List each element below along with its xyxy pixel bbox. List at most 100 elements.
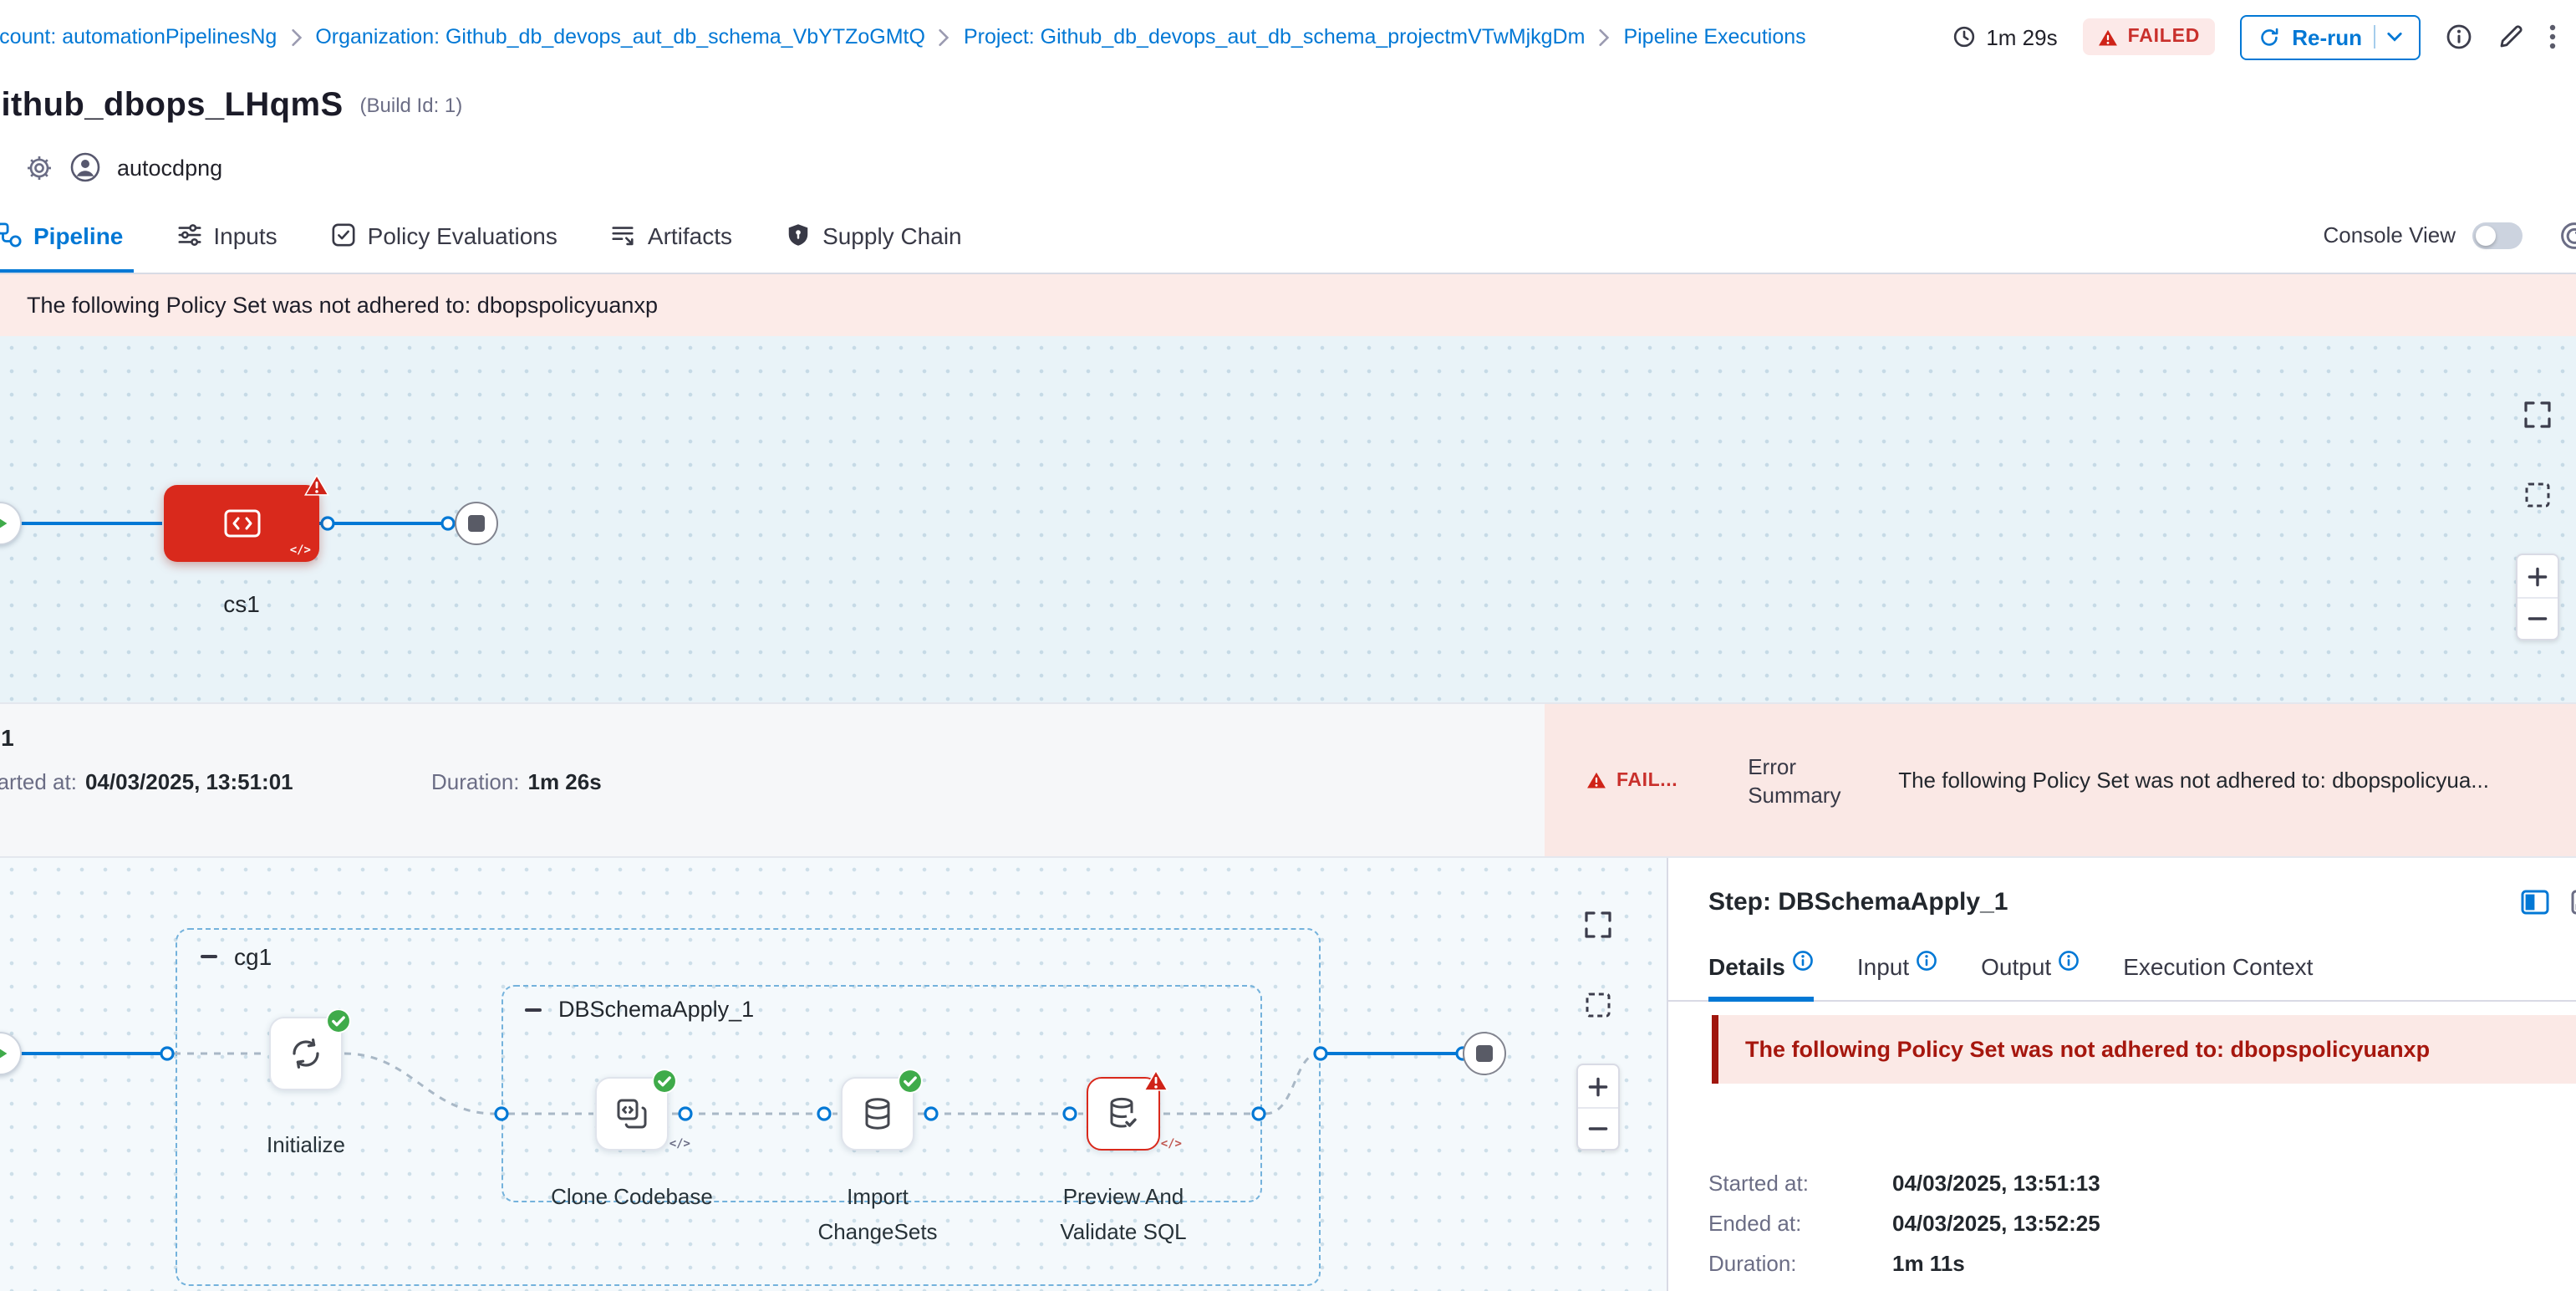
fullscreen-icon[interactable] [1583, 910, 1613, 940]
error-message-text: The following Policy Set was not adhered… [1745, 1037, 2430, 1062]
zoom-in-button[interactable] [2517, 555, 2558, 597]
layout-split-bottom-icon[interactable] [2571, 890, 2576, 915]
console-view-toggle[interactable] [2472, 222, 2523, 248]
artifacts-icon [611, 222, 636, 247]
pipeline-execution-page: Account: automationPipelinesNg Organizat… [0, 0, 2576, 1291]
chevron-right-icon [1598, 28, 1610, 46]
tab-output[interactable]: Output [1981, 953, 2080, 980]
kebab-menu-icon[interactable] [2549, 23, 2556, 50]
detail-label: Ended at: [1708, 1211, 1892, 1236]
stage-graph-edges [0, 336, 2576, 702]
meta-bar: autocdpng [0, 137, 2576, 197]
duration-value: 1m 26s [528, 769, 602, 794]
breadcrumb-organization[interactable]: Organization: Github_db_devops_aut_db_sc… [315, 25, 925, 48]
chevron-down-icon [2387, 32, 2402, 42]
stage-node-cs1[interactable]: </> [164, 485, 319, 562]
graph-end-node[interactable] [1463, 1032, 1506, 1075]
duration-label: Duration: [431, 769, 520, 794]
stage-name: cs1 [0, 724, 14, 751]
info-icon[interactable] [2446, 23, 2472, 50]
elapsed-time: 1m 29s [1952, 24, 2057, 49]
panel-layout-controls [2521, 890, 2576, 915]
breadcrumb-pipeline-executions[interactable]: Pipeline Executions [1623, 25, 1805, 48]
started-at-label: Started at: [0, 769, 77, 794]
tab-input[interactable]: Input [1857, 953, 1937, 980]
tab-execution-context[interactable]: Execution Context [2123, 953, 2313, 980]
tab-label: Artifacts [648, 222, 732, 248]
step-clone-codebase[interactable]: </> [595, 1077, 669, 1151]
pipeline-end-node[interactable] [455, 502, 498, 545]
error-summary-label: Error Summary [1748, 752, 1858, 809]
database-check-icon [1105, 1095, 1142, 1132]
started-at-value: 04/03/2025, 13:51:01 [85, 769, 293, 794]
breadcrumb: Account: automationPipelinesNg Organizat… [0, 25, 1806, 48]
status-badge: FAILED [2083, 18, 2216, 55]
step-preview-and-validate-sql[interactable]: </> [1087, 1077, 1160, 1151]
page-title: Github_dbops_LHqmS [0, 86, 344, 125]
success-badge-icon [652, 1069, 677, 1094]
clone-icon [613, 1095, 650, 1132]
edit-icon[interactable] [2497, 23, 2524, 50]
tab-label: Inputs [213, 222, 277, 248]
info-icon[interactable] [1792, 950, 1814, 972]
stop-icon [468, 515, 485, 532]
ptab-label: Details [1708, 953, 1785, 980]
tab-pipeline[interactable]: Pipeline [0, 197, 123, 273]
breadcrumb-project[interactable]: Project: Github_db_devops_aut_db_schema_… [964, 25, 1585, 48]
execution-graph-canvas[interactable]: cg1 DBSchemaApply_1 [0, 858, 1667, 1291]
chevron-right-icon [939, 28, 950, 46]
info-icon[interactable] [2058, 950, 2080, 972]
detail-label: Duration: [1708, 1251, 1892, 1276]
warning-icon [1586, 771, 1606, 789]
policy-banner-text: The following Policy Set was not adhered… [27, 293, 658, 318]
code-glyph: </> [669, 1137, 690, 1151]
info-icon[interactable] [1916, 950, 1937, 972]
detail-value: 04/03/2025, 13:52:25 [1892, 1211, 2100, 1236]
tab-label: Policy Evaluations [368, 222, 557, 248]
ptab-label: Input [1857, 953, 1909, 980]
stage-started-at: Started at: 04/03/2025, 13:51:01 [0, 769, 293, 794]
step-panel-header: Step: DBSchemaApply_1 [1708, 888, 2576, 916]
tab-artifacts[interactable]: Artifacts [611, 197, 732, 273]
sync-icon [288, 1035, 324, 1072]
gear-icon[interactable] [25, 153, 53, 181]
triggered-by-user: autocdpng [117, 155, 222, 180]
breadcrumb-account[interactable]: Account: automationPipelinesNg [0, 25, 277, 48]
zoom-out-button[interactable] [2517, 597, 2558, 639]
tab-label: Supply Chain [822, 222, 962, 248]
selection-box-icon[interactable] [2524, 482, 2551, 508]
error-message-box: The following Policy Set was not adhered… [1712, 1015, 2576, 1084]
zoom-in-button[interactable] [1578, 1065, 1618, 1107]
fullscreen-icon[interactable] [2523, 400, 2553, 430]
failed-badge-icon [1143, 1069, 1168, 1092]
detail-label: Started at: [1708, 1171, 1892, 1196]
step-initialize[interactable] [269, 1017, 343, 1090]
tab-details[interactable]: Details [1708, 953, 1814, 980]
warning-icon [2098, 28, 2118, 46]
selection-box-icon[interactable] [1585, 992, 1611, 1018]
stage-graph-canvas[interactable]: </> cs1 [0, 336, 2576, 702]
status-badge-label: FAILED [2128, 27, 2201, 47]
layout-split-left-icon[interactable] [2521, 890, 2549, 915]
play-icon [0, 513, 8, 533]
step-label: Preview And Validate SQL [1036, 1179, 1210, 1249]
zoom-out-button[interactable] [1578, 1107, 1618, 1149]
stage-summary-bar: cs1 Started at: 04/03/2025, 13:51:01 Dur… [0, 702, 2576, 858]
rerun-button[interactable]: Re-run [2240, 14, 2421, 59]
success-badge-icon [898, 1069, 923, 1094]
tab-inputs[interactable]: Inputs [176, 197, 277, 273]
zoom-controls [2516, 554, 2559, 640]
elapsed-label: 1m 29s [1986, 24, 2057, 49]
title-bar: Github_dbops_LHqmS (Build Id: 1) [0, 74, 2576, 137]
code-glyph: </> [1161, 1137, 1182, 1151]
detail-value: 1m 11s [1892, 1251, 1965, 1276]
checkbox-icon [331, 222, 356, 247]
tab-supply-chain[interactable]: Supply Chain [786, 197, 962, 273]
policy-violation-banner: The following Policy Set was not adhered… [0, 274, 2576, 336]
execution-detail-section: cg1 DBSchemaApply_1 [0, 858, 2576, 1291]
divider [2374, 25, 2375, 48]
step-import-changesets[interactable] [841, 1077, 914, 1151]
tab-policy-evaluations[interactable]: Policy Evaluations [331, 197, 557, 273]
refresh-icon[interactable] [2559, 221, 2576, 251]
step-panel-title: Step: DBSchemaApply_1 [1708, 888, 2008, 916]
